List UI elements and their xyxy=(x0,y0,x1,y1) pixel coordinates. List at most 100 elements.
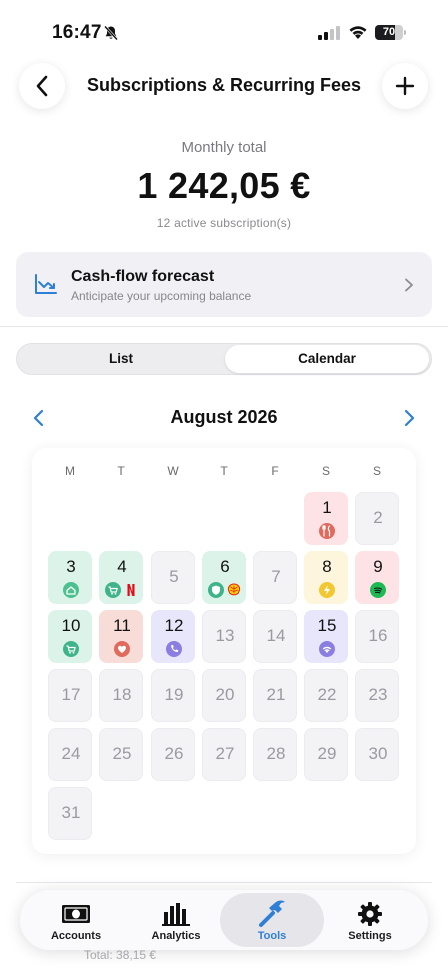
bolt-icon xyxy=(319,582,335,598)
back-button[interactable] xyxy=(19,63,65,109)
tab-calendar[interactable]: Calendar xyxy=(225,345,429,373)
day-number: 10 xyxy=(61,616,81,635)
calendar-day-11[interactable]: 11 xyxy=(99,610,143,663)
day-number: 21 xyxy=(266,685,286,704)
day-number: 5 xyxy=(169,567,179,586)
monthly-total-label: Monthly total xyxy=(181,139,267,156)
subscription-icons xyxy=(100,582,144,598)
chevron-left-icon xyxy=(36,75,48,97)
bar-chart-icon xyxy=(161,901,191,927)
day-number: 4 xyxy=(117,557,127,576)
calendar-day-7[interactable]: 7 xyxy=(253,551,297,604)
wifi-icon xyxy=(319,641,335,657)
house-icon xyxy=(63,582,79,598)
calendar-day-18[interactable]: 18 xyxy=(99,669,143,722)
tab-list[interactable]: List xyxy=(19,345,223,373)
tab-tools[interactable]: Tools xyxy=(220,893,324,947)
day-number: 12 xyxy=(164,616,184,635)
weekday-label: T xyxy=(117,464,125,478)
calendar-day-26[interactable]: 26 xyxy=(151,728,195,781)
calendar-day-24[interactable]: 24 xyxy=(48,728,92,781)
calendar-day-14[interactable]: 14 xyxy=(253,610,297,663)
day-number: 18 xyxy=(112,685,132,704)
calendar-day-10[interactable]: 10 xyxy=(48,610,92,663)
subscription-icons xyxy=(100,641,144,657)
calendar-day-6[interactable]: 6 xyxy=(202,551,246,604)
status-bar: 16:47 70 xyxy=(0,0,448,60)
add-subscription-button[interactable] xyxy=(382,63,428,109)
weekday-label: S xyxy=(372,464,381,478)
day-number: 24 xyxy=(61,744,81,763)
tab-accounts[interactable]: Accounts xyxy=(24,893,128,947)
weekday-label: T xyxy=(220,464,228,478)
banknote-icon xyxy=(61,901,91,927)
calendar-day-27[interactable]: 27 xyxy=(202,728,246,781)
calendar-day-9[interactable]: 9 xyxy=(355,551,399,604)
calendar-day-13[interactable]: 13 xyxy=(202,610,246,663)
weekday-label: M xyxy=(65,464,75,478)
subscription-icons xyxy=(49,641,93,657)
next-month-button[interactable] xyxy=(401,408,417,428)
cash-flow-forecast-card[interactable]: Cash-flow forecast Anticipate your upcom… xyxy=(16,252,432,317)
calendar-day-22[interactable]: 22 xyxy=(304,669,348,722)
calendar-day-1[interactable]: 1 xyxy=(304,492,348,545)
cart-icon xyxy=(63,641,79,657)
month-label: August 2026 xyxy=(170,407,278,427)
calendar-day-23[interactable]: 23 xyxy=(355,669,399,722)
trend-chart-icon xyxy=(35,274,57,294)
phone-icon xyxy=(166,641,182,657)
subscription-icons xyxy=(203,582,247,598)
bell-off-icon xyxy=(104,25,118,41)
subscription-icons xyxy=(152,641,196,657)
shield-icon xyxy=(208,582,224,598)
calendar-day-5[interactable]: 5 xyxy=(151,551,195,604)
active-subscriptions-count: 12 active subscription(s) xyxy=(156,216,292,230)
previous-month-button[interactable] xyxy=(31,408,47,428)
calendar-day-20[interactable]: 20 xyxy=(202,669,246,722)
calendar-day-31[interactable]: 31 xyxy=(48,787,92,840)
list-divider xyxy=(16,882,432,883)
calendar-day-4[interactable]: 4 xyxy=(99,551,143,604)
day-number: 30 xyxy=(368,744,388,763)
day-number: 16 xyxy=(368,626,388,645)
calendar-day-28[interactable]: 28 xyxy=(253,728,297,781)
tab-label: Tools xyxy=(257,930,287,942)
tab-analytics[interactable]: Analytics xyxy=(124,893,228,947)
forecast-title: Cash-flow forecast xyxy=(71,268,215,285)
fork-knife-icon xyxy=(319,523,335,539)
calendar-day-19[interactable]: 19 xyxy=(151,669,195,722)
calendar-day-21[interactable]: 21 xyxy=(253,669,297,722)
day-number: 19 xyxy=(164,685,184,704)
calendar-day-29[interactable]: 29 xyxy=(304,728,348,781)
subscription-icons xyxy=(356,582,400,598)
heart-icon xyxy=(114,641,130,657)
day-number: 8 xyxy=(322,557,332,576)
tab-settings[interactable]: Settings xyxy=(318,893,422,947)
calendar-day-30[interactable]: 30 xyxy=(355,728,399,781)
calendar-day-17[interactable]: 17 xyxy=(48,669,92,722)
calendar-day-15[interactable]: 15 xyxy=(304,610,348,663)
netflix-icon xyxy=(123,582,139,598)
battery-level: 70 xyxy=(382,26,396,38)
wifi-icon xyxy=(349,26,367,39)
calendar-day-12[interactable]: 12 xyxy=(151,610,195,663)
weekday-label: S xyxy=(321,464,330,478)
weekday-label: F xyxy=(271,464,279,478)
calendar-day-3[interactable]: 3 xyxy=(48,551,92,604)
calendar-day-2[interactable]: 2 xyxy=(355,492,399,545)
day-number: 6 xyxy=(220,557,230,576)
calendar-day-25[interactable]: 25 xyxy=(99,728,143,781)
calendar-day-8[interactable]: 8 xyxy=(304,551,348,604)
cart-icon xyxy=(105,582,121,598)
subscription-icons xyxy=(305,641,349,657)
battery-indicator: 70 xyxy=(375,25,407,40)
day-number: 31 xyxy=(61,803,81,822)
day-number: 27 xyxy=(215,744,235,763)
calendar-grid: M T W T F S S 1 2 3 4 5 6 7 8 9 10 11 12 13 14 15 16 17 18 19 20 21… xyxy=(32,448,416,854)
day-number: 26 xyxy=(164,744,184,763)
calendar-day-16[interactable]: 16 xyxy=(355,610,399,663)
view-toggle: List Calendar xyxy=(16,343,432,375)
day-number: 15 xyxy=(317,616,337,635)
tab-label: Accounts xyxy=(50,930,102,942)
day-number: 11 xyxy=(113,616,131,635)
